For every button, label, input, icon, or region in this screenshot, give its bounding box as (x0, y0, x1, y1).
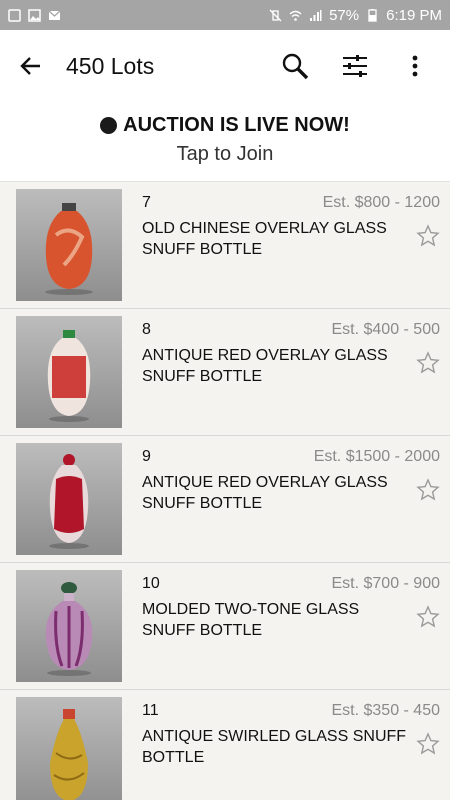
lot-estimate: Est. $400 - 500 (331, 321, 440, 338)
lot-thumbnail (16, 316, 122, 428)
snuff-bottle-image (50, 709, 88, 800)
lot-number: 9 (142, 448, 151, 465)
lot-number: 11 (142, 702, 159, 719)
lot-number: 10 (142, 575, 160, 592)
lot-number: 7 (142, 194, 151, 211)
snuff-bottle-image (49, 454, 89, 549)
page-title: 450 Lots (66, 52, 155, 79)
lot-row[interactable]: 9 Est. $1500 - 2000 ANTIQUE RED OVERLAY G… (0, 436, 450, 563)
lot-title: MOLDED TWO-TONE GLASS SNUFF BOTTLE (142, 601, 360, 639)
more-options-button[interactable] (400, 51, 430, 81)
lot-row[interactable]: 7 Est. $800 - 1200 OLD CHINESE OVERLAY GL… (0, 182, 450, 309)
back-button[interactable] (16, 51, 46, 81)
lot-row[interactable]: 11 Est. $350 - 450 ANTIQUE SWIRLED GLASS … (0, 690, 450, 800)
lot-row[interactable]: 10 Est. $700 - 900 MOLDED TWO-TONE GLASS … (0, 563, 450, 690)
lot-estimate: Est. $1500 - 2000 (313, 448, 440, 465)
status-bar: 57% 6:19 PM (0, 0, 450, 30)
snuff-bottle-image (45, 582, 93, 676)
snuff-bottle-image (45, 203, 93, 295)
vibrate-mute-icon (269, 9, 282, 21)
lot-title: ANTIQUE RED OVERLAY GLASS SNUFF BOTTLE (142, 347, 388, 385)
lot-thumbnail (16, 189, 122, 301)
signal-icon (310, 9, 322, 21)
star-outline-icon[interactable] (416, 224, 440, 248)
battery-percent: 57% (329, 6, 360, 24)
image-icon (28, 8, 41, 22)
gmail-icon (48, 10, 61, 20)
lot-estimate: Est. $350 - 450 (331, 702, 440, 719)
live-auction-banner[interactable]: AUCTION IS LIVE NOW! Tap to Join (0, 102, 450, 182)
lot-estimate: Est. $700 - 900 (331, 575, 440, 592)
system-icons: 57% 6:19 PM (269, 7, 442, 24)
star-outline-icon[interactable] (416, 605, 440, 629)
wifi-icon (289, 10, 302, 21)
live-text: AUCTION IS LIVE NOW! (123, 114, 350, 136)
arrow-left-icon (20, 57, 40, 75)
sliders-icon (343, 55, 367, 77)
star-outline-icon[interactable] (416, 351, 440, 375)
star-outline-icon[interactable] (416, 732, 440, 756)
notification-icons (8, 8, 61, 22)
lot-estimate: Est. $800 - 1200 (322, 194, 440, 211)
app-bar: 450 Lots (0, 30, 450, 102)
lot-thumbnail (16, 697, 122, 800)
more-vert-icon (412, 55, 418, 77)
live-dot-icon (100, 117, 118, 134)
battery-icon (368, 8, 377, 22)
snuff-bottle-image (47, 330, 91, 422)
lot-thumbnail (16, 443, 122, 555)
lot-list: 7 Est. $800 - 1200 OLD CHINESE OVERLAY GL… (0, 182, 450, 800)
lot-row[interactable]: 8 Est. $400 - 500 ANTIQUE RED OVERLAY GLA… (0, 309, 450, 436)
search-icon (282, 53, 309, 80)
filter-button[interactable] (340, 51, 370, 81)
join-text: Tap to Join (176, 143, 274, 165)
lot-title: ANTIQUE SWIRLED GLASS SNUFF BOTTLE (142, 728, 407, 766)
star-outline-icon[interactable] (416, 478, 440, 502)
lot-title: ANTIQUE RED OVERLAY GLASS SNUFF BOTTLE (142, 474, 388, 512)
lot-thumbnail (16, 570, 122, 682)
clock: 6:19 PM (386, 6, 442, 24)
lot-title: OLD CHINESE OVERLAY GLASS SNUFF BOTTLE (142, 220, 387, 258)
notification-box-icon (8, 8, 21, 22)
search-button[interactable] (280, 51, 310, 81)
lot-number: 8 (142, 321, 151, 338)
